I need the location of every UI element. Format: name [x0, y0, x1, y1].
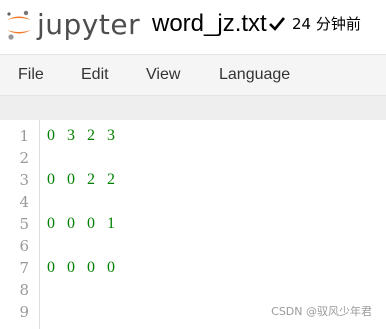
watermark: CSDN @驭风少年君 [271, 305, 372, 318]
code-line[interactable]: 0 0 2 2 [47, 169, 119, 191]
menu-edit[interactable]: Edit [81, 55, 109, 95]
line-number: 1 [19, 127, 29, 145]
line-number: 5 [19, 215, 29, 233]
line-number: 3 [19, 171, 29, 189]
header: jupyter word_jz.txt 24 分钟前 [0, 0, 386, 48]
last-saved-time: 24 分钟前 [292, 15, 361, 33]
line-number: 4 [19, 193, 29, 211]
jupyter-logo-icon [7, 10, 31, 40]
menu-file[interactable]: File [18, 55, 44, 95]
code-line[interactable]: 0 0 0 0 [47, 257, 119, 279]
jupyter-logo[interactable]: jupyter [2, 8, 140, 42]
checkmark-icon [269, 17, 286, 31]
menu-bar: File Edit View Language [0, 54, 386, 96]
code-line[interactable]: 0 0 0 1 [47, 213, 119, 235]
line-number: 7 [19, 259, 29, 277]
code-line[interactable]: 0 3 2 3 [47, 125, 119, 147]
text-editor[interactable]: 1 2 3 4 5 6 7 8 9 0 3 2 3 0 0 2 2 0 0 0 … [0, 120, 386, 329]
line-number: 6 [19, 237, 29, 255]
line-number-gutter: 1 2 3 4 5 6 7 8 9 [0, 120, 40, 329]
notebook-filename[interactable]: word_jz.txt [152, 9, 267, 39]
line-number: 8 [19, 281, 29, 299]
toolbar-divider [0, 96, 386, 120]
menu-language[interactable]: Language [219, 55, 290, 95]
menu-view[interactable]: View [146, 55, 180, 95]
logo-text: jupyter [37, 8, 141, 41]
line-number: 2 [19, 149, 29, 167]
line-number: 9 [19, 303, 29, 321]
